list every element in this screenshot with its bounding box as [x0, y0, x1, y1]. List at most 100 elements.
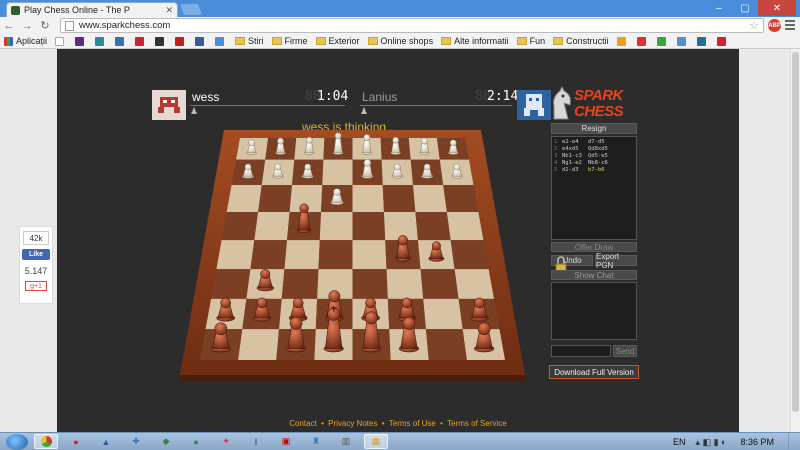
board-square[interactable] — [454, 269, 494, 299]
chrome-taskbar-icon[interactable] — [34, 434, 58, 449]
new-tab-button[interactable] — [179, 4, 203, 15]
bookmark-alte-informatii[interactable]: Alte informatii — [441, 36, 509, 46]
move-row[interactable]: 3 Nb1-c3 Qd5-e5 — [554, 153, 634, 160]
download-full-version-button[interactable]: Download Full Version — [549, 365, 639, 379]
forward-arrow-icon[interactable]: → — [18, 20, 36, 32]
board-square[interactable] — [250, 240, 288, 270]
move-list[interactable]: 1 e2-e4 d7-d5 2 e4xd5 Qd8xd5 3 Nb1-c3 Qd5-e5 4 Ng1… — [551, 136, 637, 240]
export-pgn-button[interactable]: Export PGN — [595, 252, 637, 270]
app-taskbar-icon[interactable]: ✚ — [124, 434, 148, 449]
bookmark-fun[interactable]: Fun — [516, 36, 545, 46]
bookmark-icon-b[interactable] — [636, 36, 649, 46]
bookmark-icon-y[interactable] — [75, 36, 87, 46]
google-plus-button[interactable]: g+1 — [25, 281, 47, 291]
app-taskbar-icon[interactable]: I — [244, 434, 268, 449]
app-taskbar-icon[interactable]: ◆ — [154, 434, 178, 449]
move-row[interactable]: 5 d2-d3 b7-b6 — [554, 167, 634, 174]
board-square[interactable] — [386, 269, 424, 299]
board-square[interactable] — [352, 212, 386, 241]
move-row[interactable]: 1 e2-e4 d7-d5 — [554, 139, 634, 146]
board-square[interactable] — [216, 240, 255, 270]
menu-hamburger-icon[interactable] — [785, 20, 795, 30]
footer-link-terms-service[interactable]: Terms of Service — [447, 419, 507, 428]
language-indicator[interactable]: EN — [673, 437, 686, 447]
bookmark-star-icon[interactable]: ☆ — [749, 19, 759, 32]
board-square[interactable] — [425, 329, 467, 360]
app-taskbar-icon[interactable]: ▥ — [334, 434, 358, 449]
close-window-icon[interactable]: ✕ — [758, 0, 796, 16]
move-row[interactable]: 4 Ng1-e2 Nb8-c6 — [554, 160, 634, 167]
bookmark-icon-e[interactable] — [696, 36, 709, 46]
board-square[interactable] — [319, 212, 353, 241]
bookmark-icon-m2[interactable] — [716, 36, 729, 46]
reload-icon[interactable]: ↻ — [36, 19, 54, 32]
board-square[interactable] — [284, 240, 320, 270]
bookmark-constructii[interactable]: Constructii — [553, 36, 609, 46]
bookmark-icon-g[interactable] — [55, 36, 67, 46]
app-taskbar-icon[interactable]: ● — [64, 434, 88, 449]
board-square[interactable] — [258, 184, 293, 213]
show-chat-button[interactable]: Show Chat — [551, 270, 637, 280]
board-square[interactable] — [450, 240, 489, 270]
board-square[interactable] — [238, 329, 280, 360]
app-taskbar-icon[interactable]: ▲ — [94, 434, 118, 449]
back-arrow-icon[interactable]: ← — [0, 20, 18, 32]
board-square[interactable] — [382, 184, 416, 213]
chat-input[interactable] — [551, 345, 611, 357]
bookmark-icon-fb[interactable] — [195, 36, 207, 46]
board-square[interactable] — [322, 159, 353, 185]
board-square[interactable] — [412, 184, 447, 213]
scrollbar-thumb[interactable] — [792, 52, 799, 412]
board-square[interactable] — [318, 240, 353, 270]
offer-draw-button[interactable]: Offer Draw — [551, 242, 637, 252]
resign-button[interactable]: Resign — [551, 123, 637, 134]
board-square[interactable] — [254, 212, 290, 241]
board-square[interactable] — [352, 240, 387, 270]
page-scrollbar[interactable] — [790, 49, 800, 432]
tray-icons[interactable]: ▴ ◧ ▮ ◐ — [696, 437, 727, 448]
pdf-taskbar-icon[interactable]: ▣ — [274, 434, 298, 449]
board-square[interactable] — [443, 184, 479, 213]
board-square[interactable] — [352, 184, 384, 213]
app-taskbar-icon[interactable]: ▦ — [364, 434, 388, 449]
bookmark-icon-s[interactable] — [155, 36, 167, 46]
move-row[interactable]: 2 e4xd5 Qd8xd5 — [554, 146, 634, 153]
bookmark-apps[interactable]: Aplicații — [4, 36, 47, 46]
bookmark-icon-x[interactable] — [175, 36, 187, 46]
address-bar[interactable]: www.sparkchess.com ☆ — [60, 18, 764, 33]
adblock-icon[interactable]: ABP — [768, 19, 781, 32]
bookmark-icon-d[interactable] — [676, 36, 689, 46]
board-square[interactable] — [226, 184, 262, 213]
bookmark-stiri[interactable]: Stiri — [235, 36, 264, 46]
start-button[interactable] — [6, 433, 28, 450]
bookmark-icon-t[interactable] — [115, 36, 127, 46]
bookmark-online-shops[interactable]: Online shops — [367, 36, 433, 46]
footer-link-terms-use[interactable]: Terms of Use — [389, 419, 436, 428]
minimize-icon[interactable]: – — [706, 0, 732, 16]
board-square[interactable] — [446, 212, 484, 241]
bookmark-icon-m[interactable] — [215, 36, 227, 46]
maximize-icon[interactable]: ▢ — [732, 0, 758, 16]
bookmark-icon-c[interactable] — [656, 36, 669, 46]
show-desktop-button[interactable] — [788, 433, 800, 450]
send-button[interactable]: Send — [613, 345, 637, 357]
bookmark-exterior[interactable]: Exterior — [315, 36, 360, 46]
board-square[interactable] — [415, 212, 451, 241]
bookmark-firme[interactable]: Firme — [271, 36, 308, 46]
board-square[interactable] — [281, 269, 319, 299]
board-square[interactable] — [420, 269, 459, 299]
footer-link-contact[interactable]: Contact — [289, 419, 317, 428]
board-square[interactable] — [211, 269, 251, 299]
bookmark-icon-r[interactable] — [135, 36, 147, 46]
app-taskbar-icon[interactable]: ♜ — [304, 434, 328, 449]
board-square[interactable] — [423, 298, 463, 330]
bookmark-icon-f[interactable] — [95, 36, 107, 46]
app-taskbar-icon[interactable]: ✦ — [214, 434, 238, 449]
bookmark-icon-a[interactable] — [616, 36, 629, 46]
app-taskbar-icon[interactable]: ● — [184, 434, 208, 449]
facebook-like-button[interactable]: Like — [22, 249, 50, 260]
footer-link-privacy[interactable]: Privacy Notes — [328, 419, 377, 428]
board-square[interactable] — [221, 212, 259, 241]
chess-board[interactable] — [180, 130, 525, 382]
tab-close-icon[interactable]: ✕ — [165, 5, 173, 16]
